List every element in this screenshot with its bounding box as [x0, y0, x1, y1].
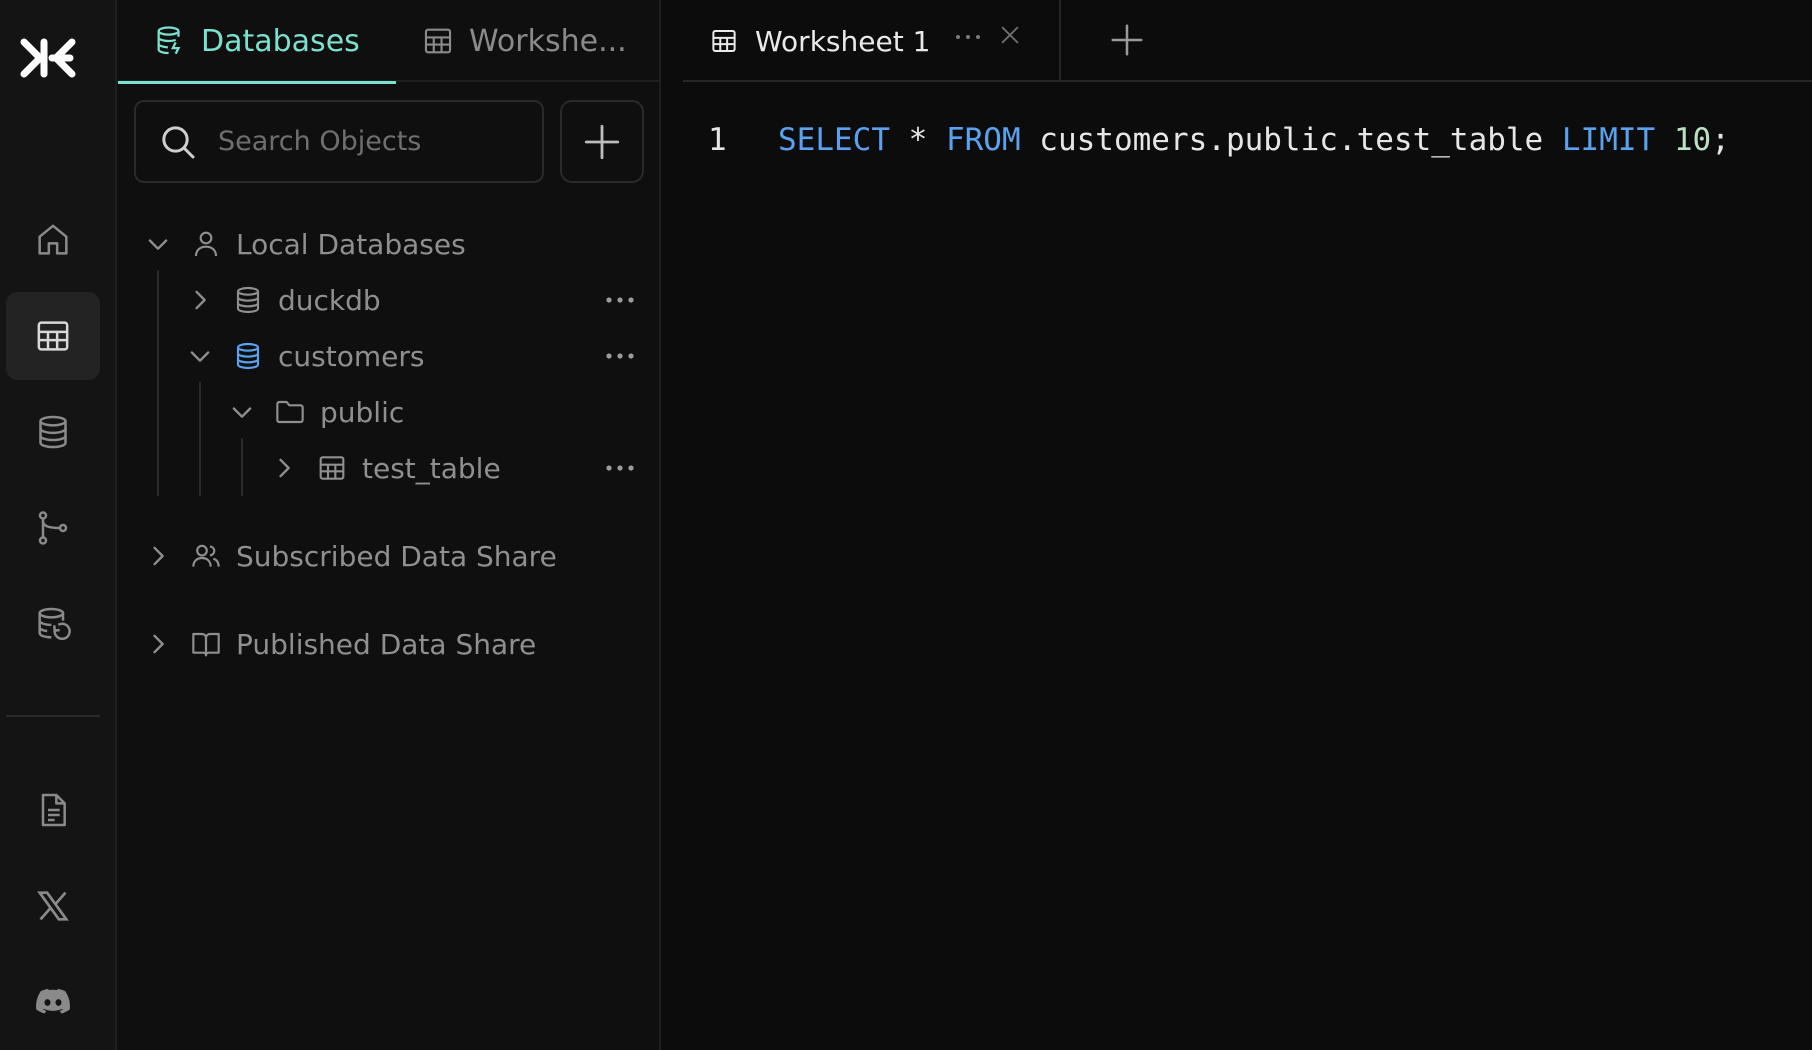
sql-number: 10	[1673, 122, 1712, 158]
tree-item-local-databases[interactable]: Local Databases	[144, 219, 466, 269]
tree-item-customers[interactable]: customers	[186, 331, 646, 381]
tree-guide	[241, 438, 243, 496]
search-input[interactable]	[218, 126, 538, 157]
explorer-panel: Databases Workshe... Local Databases duc…	[117, 0, 661, 1050]
document-icon	[41, 793, 66, 827]
tree-item-published-data-share[interactable]: Published Data Share	[144, 619, 536, 669]
sql-text: *	[889, 122, 946, 158]
app-logo-icon[interactable]	[18, 28, 78, 88]
chevron-right-icon	[153, 634, 164, 654]
editor-tabs: Worksheet 1	[683, 0, 1812, 82]
nav-branches-button[interactable]	[6, 484, 100, 572]
editor-area: Worksheet 1 1 SELECT * FROM customers.pu…	[683, 0, 1812, 1050]
nav-history-button[interactable]	[6, 580, 100, 668]
code-text[interactable]: SELECT * FROM customers.public.test_tabl…	[778, 122, 1730, 158]
tree-item-label: Local Databases	[236, 227, 466, 261]
sql-text: ;	[1711, 122, 1730, 158]
chevron-right-icon	[195, 290, 206, 310]
tree-item-label: duckdb	[278, 283, 381, 317]
tree-item-subscribed-data-share[interactable]: Subscribed Data Share	[144, 531, 557, 581]
add-object-button[interactable]	[560, 100, 644, 183]
nav-worksheets-button[interactable]	[6, 292, 100, 380]
database-stack-icon	[157, 26, 181, 55]
home-icon	[38, 224, 68, 255]
chevron-right-icon	[153, 546, 164, 566]
tree-guide	[199, 382, 201, 496]
worksheet-grid-icon	[424, 28, 452, 54]
plus-icon	[584, 124, 620, 159]
search-box	[134, 100, 544, 183]
user-icon	[194, 231, 218, 257]
search-icon	[162, 125, 195, 158]
table-icon	[319, 456, 345, 480]
tree-item-duckdb[interactable]: duckdb	[186, 275, 646, 325]
worksheet-grid-icon	[712, 30, 736, 52]
nav-databases-button[interactable]	[6, 388, 100, 476]
more-options-icon[interactable]	[605, 295, 635, 305]
tab-worksheet-1[interactable]: Worksheet 1	[683, 0, 1061, 82]
database-icon	[236, 342, 260, 370]
folder-icon	[276, 400, 304, 424]
users-icon	[192, 544, 220, 567]
tree-item-label: Subscribed Data Share	[236, 539, 557, 573]
chevron-down-icon	[232, 407, 252, 418]
database-history-icon	[38, 607, 71, 640]
tab-worksheets[interactable]: Workshe...	[421, 0, 627, 82]
sql-text: customers.public.test_table	[1020, 122, 1562, 158]
new-tab-button[interactable]	[1101, 14, 1153, 66]
line-number: 1	[708, 122, 727, 158]
activity-bar	[0, 0, 117, 1050]
tree-item-label: test_table	[362, 451, 501, 485]
git-branch-icon	[38, 511, 68, 545]
book-icon	[192, 632, 220, 657]
docs-button[interactable]	[6, 766, 100, 854]
activity-divider	[6, 715, 100, 717]
discord-button[interactable]	[6, 958, 100, 1046]
chevron-down-icon	[148, 239, 168, 250]
tree-item-test-table[interactable]: test_table	[270, 443, 646, 493]
tab-label: Worksheet 1	[755, 24, 931, 58]
tab-databases-label: Databases	[201, 23, 360, 59]
worksheet-grid-icon	[37, 321, 69, 351]
tab-worksheets-label: Workshe...	[469, 23, 627, 59]
discord-icon	[36, 988, 70, 1014]
database-icon	[236, 286, 260, 314]
database-icon	[39, 415, 67, 449]
tree-item-label: Published Data Share	[236, 627, 537, 661]
tree-item-label: public	[320, 395, 405, 429]
x-social-button[interactable]	[6, 862, 100, 950]
close-icon[interactable]	[999, 24, 1021, 46]
tab-databases[interactable]: Databases	[118, 0, 396, 84]
sql-keyword: FROM	[945, 122, 1021, 158]
sql-keyword: LIMIT	[1561, 122, 1656, 158]
tree-item-label: customers	[278, 339, 425, 373]
sql-keyword: SELECT	[778, 122, 890, 158]
chevron-down-icon	[190, 351, 210, 362]
more-options-icon[interactable]	[605, 351, 635, 361]
more-options-icon[interactable]	[605, 463, 635, 473]
nav-home-button[interactable]	[6, 196, 100, 284]
explorer-tabs: Databases Workshe...	[117, 0, 661, 84]
plus-icon	[1111, 24, 1143, 56]
x-twitter-icon	[37, 891, 69, 921]
tree-guide	[157, 270, 159, 496]
chevron-right-icon	[279, 458, 290, 478]
more-options-icon[interactable]	[955, 33, 981, 41]
tree-item-public[interactable]: public	[228, 387, 404, 437]
